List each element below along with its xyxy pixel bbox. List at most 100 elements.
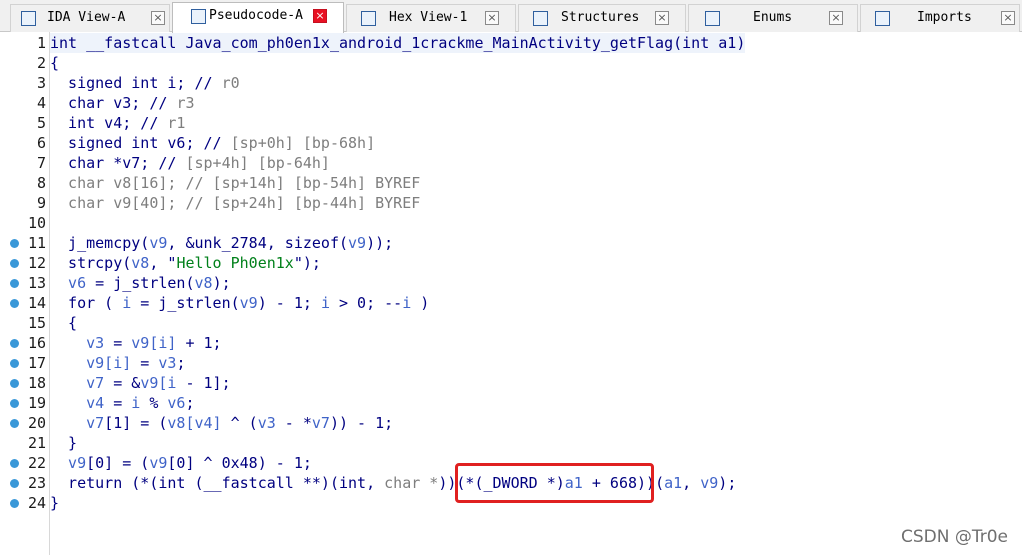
code-token: ^ (	[221, 414, 258, 432]
line-number: 4	[36, 94, 46, 112]
tab-structures[interactable]: Structures ×	[518, 4, 686, 32]
code-token: - 1];	[176, 374, 231, 392]
breakpoint-dot-icon[interactable]	[10, 259, 19, 268]
code-line[interactable]: 21 }	[0, 433, 1022, 453]
code-token: Hello Ph0en1x	[176, 254, 294, 272]
code-token: ) - 1;	[257, 294, 321, 312]
code-token: r0	[221, 74, 240, 92]
tab-label: Hex View-1	[389, 10, 468, 25]
code-line[interactable]: 15 {	[0, 313, 1022, 333]
code-text: v7[1] = (v8[v4] ^ (v3 - *v7)) - 1;	[50, 413, 393, 433]
line-number: 5	[36, 114, 46, 132]
code-line[interactable]: 8 char v8[16]; // [sp+14h] [bp-54h] BYRE…	[0, 173, 1022, 193]
code-text: v6 = j_strlen(v8);	[50, 273, 231, 293]
code-token: int __fastcall Java_com_ph0en1x_android_…	[50, 34, 746, 52]
line-number: 16	[27, 334, 46, 352]
line-number: 3	[36, 74, 46, 92]
code-text: }	[50, 433, 77, 453]
code-line[interactable]: 2{	[0, 53, 1022, 73]
code-line[interactable]: 7 char *v7; // [sp+4h] [bp-64h]	[0, 153, 1022, 173]
code-token: =	[131, 354, 159, 372]
code-token: v9	[149, 234, 168, 252]
code-token: i	[122, 294, 132, 312]
code-text: char *v7; // [sp+4h] [bp-64h]	[50, 153, 330, 173]
breakpoint-dot-icon[interactable]	[10, 279, 19, 288]
code-line[interactable]: 11 j_memcpy(v9, &unk_2784, sizeof(v9));	[0, 233, 1022, 253]
tab-imports[interactable]: Imports ×	[860, 4, 1020, 32]
code-line[interactable]: 3 signed int i; // r0	[0, 73, 1022, 93]
code-text: int __fastcall Java_com_ph0en1x_android_…	[50, 33, 746, 53]
code-line[interactable]: 10	[0, 213, 1022, 233]
code-line[interactable]: 19 v4 = i % v6;	[0, 393, 1022, 413]
code-line[interactable]: 5 int v4; // r1	[0, 113, 1022, 133]
code-token: for (	[50, 294, 123, 312]
close-icon[interactable]: ×	[313, 9, 327, 23]
tab-enums[interactable]: Enums ×	[688, 4, 858, 32]
code-line[interactable]: 1 int __fastcall Java_com_ph0en1x_android…	[0, 33, 1022, 53]
code-text: v9[0] = (v9[0] ^ 0x48) - 1;	[50, 453, 312, 473]
close-icon[interactable]: ×	[485, 11, 499, 25]
breakpoint-dot-icon[interactable]	[10, 299, 19, 308]
tab-pseudocode-a[interactable]: Pseudocode-A ×	[172, 2, 344, 33]
code-token: %	[140, 394, 168, 412]
code-token: v6	[50, 274, 87, 292]
code-token: v9[i]	[50, 354, 132, 372]
tab-ida-view-a[interactable]: IDA View-A ×	[10, 4, 170, 32]
line-number: 2	[36, 54, 46, 72]
code-text: char v3; // r3	[50, 93, 195, 113]
code-token: r3	[176, 94, 195, 112]
close-icon[interactable]: ×	[829, 11, 843, 25]
tab-hex-view-1[interactable]: Hex View-1 ×	[346, 4, 516, 32]
line-number: 18	[27, 374, 46, 392]
code-token: , "	[149, 254, 177, 272]
code-token: = j_strlen(	[86, 274, 195, 292]
line-number: 6	[36, 134, 46, 152]
code-line[interactable]: 17 v9[i] = v3;	[0, 353, 1022, 373]
code-token: ;	[185, 394, 195, 412]
code-text: v4 = i % v6;	[50, 393, 195, 413]
code-token: j_memcpy(	[50, 234, 150, 252]
tab-bar: IDA View-A × Pseudocode-A × Hex View-1 ×…	[0, 0, 1022, 33]
code-line[interactable]: 12 strcpy(v8, "Hello Ph0en1x");	[0, 253, 1022, 273]
line-number: 15	[27, 314, 46, 332]
close-icon[interactable]: ×	[151, 11, 165, 25]
breakpoint-dot-icon[interactable]	[10, 239, 19, 248]
code-token: = &	[104, 374, 141, 392]
code-text: strcpy(v8, "Hello Ph0en1x");	[50, 253, 321, 273]
code-token: > 0; --	[329, 294, 403, 312]
code-token: v3	[158, 354, 177, 372]
code-token: signed int i; //	[50, 74, 222, 92]
code-line[interactable]: 16 v3 = v9[i] + 1;	[0, 333, 1022, 353]
code-token: );	[718, 474, 737, 492]
code-line[interactable]: 6 signed int v6; // [sp+0h] [bp-68h]	[0, 133, 1022, 153]
close-icon[interactable]: ×	[1001, 11, 1015, 25]
code-token: i	[131, 394, 141, 412]
code-token: v7	[311, 414, 330, 432]
breakpoint-dot-icon[interactable]	[10, 339, 19, 348]
code-token: )	[411, 294, 430, 312]
code-text: int v4; // r1	[50, 113, 185, 133]
breakpoint-dot-icon[interactable]	[10, 359, 19, 368]
line-number: 12	[27, 254, 46, 272]
breakpoint-dot-icon[interactable]	[10, 479, 19, 488]
tab-label: Enums	[753, 10, 793, 25]
breakpoint-dot-icon[interactable]	[10, 499, 19, 508]
code-text: char v9[40]; // [sp+24h] [bp-44h] BYREF	[50, 193, 420, 213]
line-number: 9	[36, 194, 46, 212]
code-line[interactable]: 14 for ( i = j_strlen(v9) - 1; i > 0; --…	[0, 293, 1022, 313]
code-line[interactable]: 13 v6 = j_strlen(v8);	[0, 273, 1022, 293]
line-number: 1	[36, 34, 46, 52]
breakpoint-dot-icon[interactable]	[10, 379, 19, 388]
code-text: {	[50, 53, 59, 73]
breakpoint-dot-icon[interactable]	[10, 419, 19, 428]
code-line[interactable]: 18 v7 = &v9[i - 1];	[0, 373, 1022, 393]
code-line[interactable]: 4 char v3; // r3	[0, 93, 1022, 113]
code-text: {	[50, 313, 77, 333]
breakpoint-dot-icon[interactable]	[10, 459, 19, 468]
code-text: for ( i = j_strlen(v9) - 1; i > 0; --i )	[50, 293, 429, 313]
code-line[interactable]: 20 v7[1] = (v8[v4] ^ (v3 - *v7)) - 1;	[0, 413, 1022, 433]
line-number: 7	[36, 154, 46, 172]
close-icon[interactable]: ×	[655, 11, 669, 25]
breakpoint-dot-icon[interactable]	[10, 399, 19, 408]
code-line[interactable]: 9 char v9[40]; // [sp+24h] [bp-44h] BYRE…	[0, 193, 1022, 213]
